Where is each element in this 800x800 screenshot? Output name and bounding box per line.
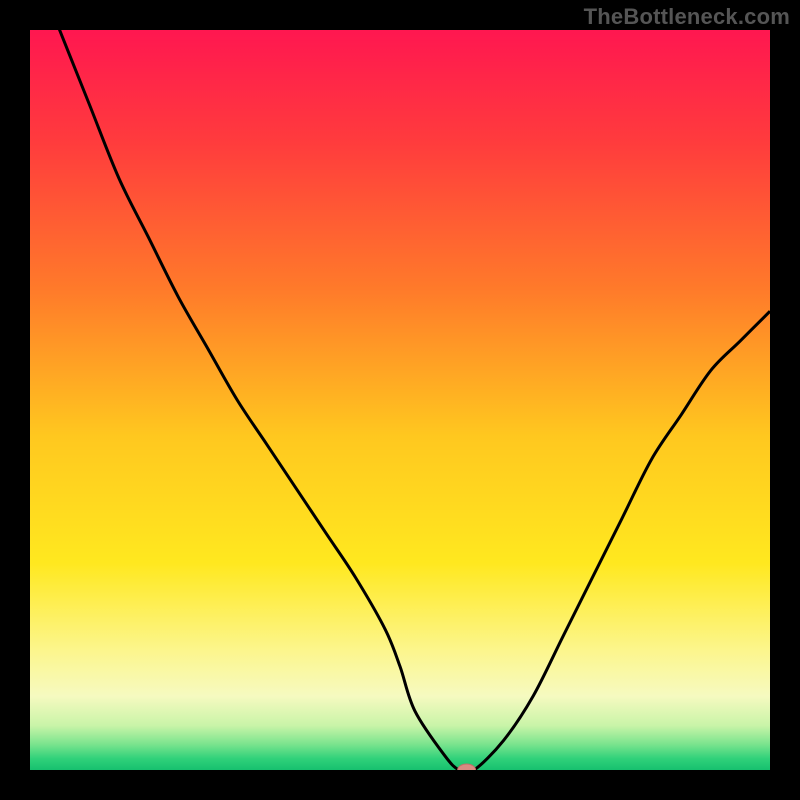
plot-area xyxy=(30,30,770,770)
watermark-text: TheBottleneck.com xyxy=(584,4,790,30)
gradient-background xyxy=(30,30,770,770)
chart-svg xyxy=(30,30,770,770)
chart-frame: TheBottleneck.com xyxy=(0,0,800,800)
